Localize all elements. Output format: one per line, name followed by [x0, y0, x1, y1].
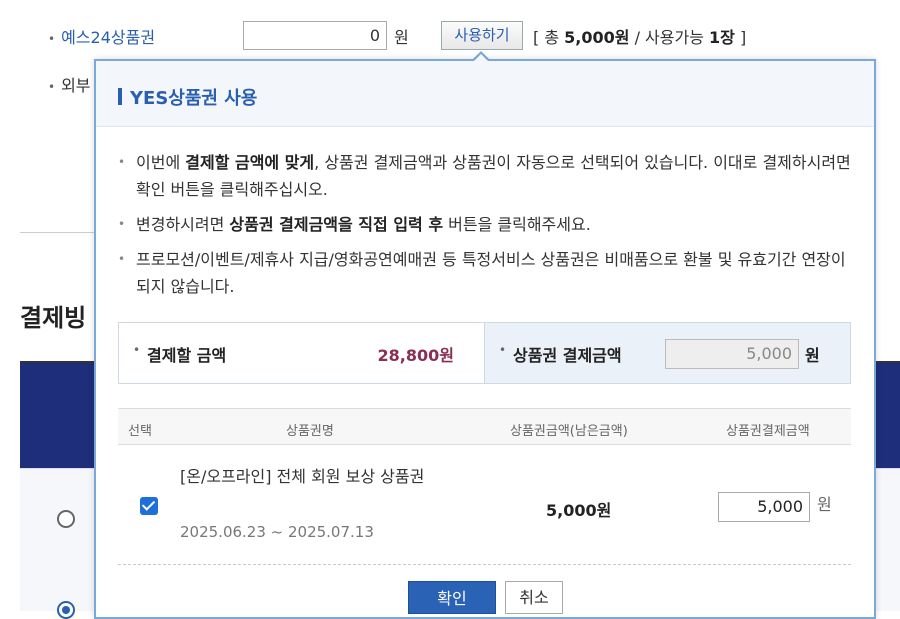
col-voucher-name: 상품권명	[286, 424, 334, 439]
bullet-icon: •	[499, 343, 507, 357]
voucher-pay-amount-input[interactable]: 5,000	[718, 492, 810, 522]
voucher-amount-input[interactable]: 0	[243, 21, 387, 50]
col-select: 선택	[128, 424, 152, 439]
col-voucher-pay: 상품권결제금액	[726, 424, 810, 439]
yes24-voucher-row: • 예스24상품권	[48, 24, 155, 48]
voucher-period: 2025.06.23 ~ 2025.07.13	[180, 523, 374, 541]
bullet-icon: •	[133, 343, 141, 357]
bullet-icon: •	[48, 80, 56, 94]
voucher-pay-label: 상품권 결제금액	[513, 346, 622, 365]
payment-option-radio-selected[interactable]	[57, 601, 75, 619]
table-row: [온/오프라인] 전체 회원 보상 상품권 2025.06.23 ~ 2025.…	[118, 455, 851, 551]
voucher-name: [온/오프라인] 전체 회원 보상 상품권	[180, 467, 425, 486]
voucher-summary: [ 총 5,000원 / 사용가능 1장 ]	[533, 28, 747, 47]
bullet-icon: •	[118, 217, 126, 231]
divider	[20, 232, 100, 233]
voucher-pay-panel: • 상품권 결제금액 5,000 원	[484, 323, 850, 383]
divider	[118, 564, 851, 565]
confirm-button[interactable]: 확인	[408, 581, 496, 614]
external-voucher-row: • 외부	[48, 72, 91, 96]
bullet-icon: •	[48, 32, 56, 46]
popup-title: YES상품권 사용	[130, 88, 258, 109]
external-voucher-label: 외부	[61, 76, 91, 95]
notice-list: • 이번에 결제할 금액에 맞게, 상품권 결제금액과 상품권이 자동으로 선택되…	[116, 149, 856, 308]
col-voucher-amount: 상품권금액(남은금액)	[510, 424, 628, 439]
popup-arrow-inner	[474, 54, 488, 61]
payment-option-radio[interactable]	[57, 510, 75, 528]
notice-item: • 이번에 결제할 금액에 맞게, 상품권 결제금액과 상품권이 자동으로 선택되…	[116, 149, 856, 203]
voucher-popup: YES상품권 사용 • 이번에 결제할 금액에 맞게, 상품권 결제금액과 상품권…	[94, 59, 876, 619]
notice-item: • 변경하시려면 상품권 결제금액을 직접 입력 후 버튼을 클릭해주세요.	[116, 211, 856, 238]
use-voucher-button[interactable]: 사용하기	[441, 21, 523, 50]
title-bar-icon	[118, 88, 122, 105]
notice-item: • 프로모션/이벤트/제휴사 지급/영화공연예매권 등 특정서비스 상품권은 비매…	[116, 246, 856, 300]
voucher-select-checkbox[interactable]	[140, 497, 158, 515]
bullet-icon: •	[118, 155, 126, 169]
yes24-voucher-label: 예스24상품권	[61, 28, 156, 47]
payment-method-title: 결제빙	[20, 304, 87, 332]
won-unit: 원	[817, 495, 832, 514]
voucher-amount: 5,000원	[546, 501, 612, 520]
payable-amount-label: 결제할 금액	[147, 346, 227, 365]
payable-amount-panel: • 결제할 금액 28,800원	[119, 323, 484, 383]
payable-amount-value: 28,800원	[377, 346, 454, 365]
amount-summary-box: • 결제할 금액 28,800원 • 상품권 결제금액 5,000 원	[118, 322, 851, 384]
bullet-icon: •	[118, 252, 126, 266]
won-unit: 원	[394, 28, 409, 47]
voucher-table-header: 선택 상품권명 상품권금액(남은금액) 상품권결제금액	[118, 408, 851, 445]
popup-header: YES상품권 사용	[96, 61, 874, 127]
voucher-pay-input[interactable]: 5,000	[665, 339, 799, 369]
cancel-button[interactable]: 취소	[505, 581, 563, 614]
won-unit: 원	[805, 346, 820, 365]
